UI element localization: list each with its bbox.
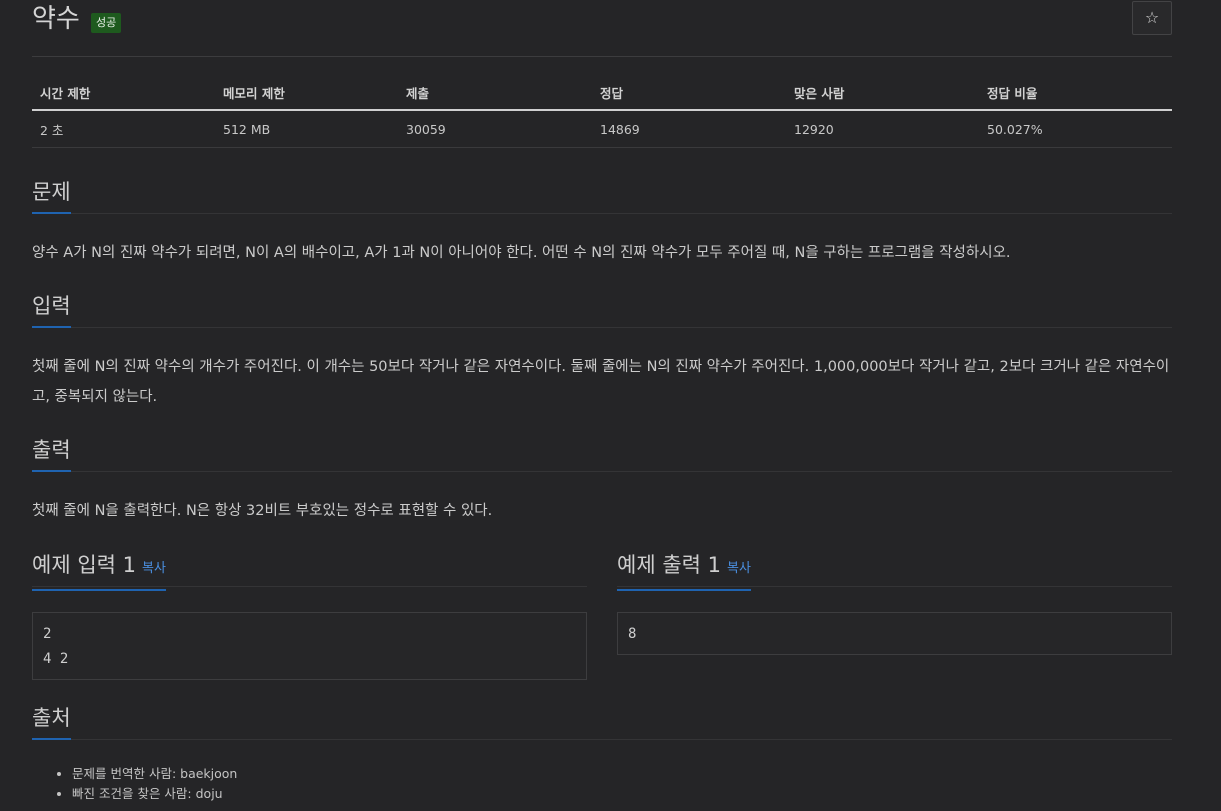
header-accept-ratio: 정답 비율 — [979, 76, 1172, 111]
header-time-limit: 시간 제한 — [32, 76, 215, 111]
problem-header: 약수 성공 ☆ — [32, 0, 1172, 57]
source-section-header: 출처 — [32, 703, 1172, 740]
source-section-title: 출처 — [32, 703, 71, 740]
header-solved-users: 맞은 사람 — [786, 76, 979, 111]
sample-input-title-text: 예제 입력 1 — [32, 553, 136, 577]
status-badge: 성공 — [91, 13, 122, 33]
list-item: 문제를 번역한 사람: baekjoon — [72, 764, 237, 784]
value-accepted: 14869 — [592, 110, 786, 148]
sample-input-box: 2 4 2 — [32, 612, 587, 680]
source-list: 문제를 번역한 사람: baekjoon 빠진 조건을 찾은 사람: doju — [52, 764, 237, 804]
copy-sample-input-link[interactable]: 복사 — [142, 561, 166, 576]
sample-output-title: 예제 출력 1 복사 — [617, 550, 751, 591]
problem-info-table: 시간 제한 메모리 제한 제출 정답 맞은 사람 정답 비율 2 초 512 M… — [32, 76, 1172, 148]
list-item: 빠진 조건을 찾은 사람: doju — [72, 784, 237, 804]
value-submissions: 30059 — [398, 110, 592, 148]
sample-input-header: 예제 입력 1 복사 — [32, 550, 587, 591]
value-time-limit: 2 초 — [32, 110, 215, 148]
sample-output-title-text: 예제 출력 1 — [617, 553, 721, 577]
output-description: 첫째 줄에 N을 출력한다. N은 항상 32비트 부호있는 정수로 표현할 수… — [32, 503, 493, 519]
info-value-row: 2 초 512 MB 30059 14869 12920 50.027% — [32, 110, 1172, 148]
star-icon: ☆ — [1144, 8, 1160, 27]
header-accepted: 정답 — [592, 76, 786, 111]
input-description: 첫째 줄에 N의 진짜 약수의 개수가 주어진다. 이 개수는 50보다 작거나… — [32, 359, 1170, 405]
sample-input-title: 예제 입력 1 복사 — [32, 550, 166, 591]
favorite-star-button[interactable]: ☆ — [1132, 1, 1172, 35]
value-memory-limit: 512 MB — [215, 110, 398, 148]
output-section-title: 출력 — [32, 435, 71, 472]
problem-section-header: 문제 — [32, 177, 1172, 214]
sample-output-box: 8 — [617, 612, 1172, 655]
header-submissions: 제출 — [398, 76, 592, 111]
value-solved-users: 12920 — [786, 110, 979, 148]
input-section-header: 입력 — [32, 291, 1172, 328]
problem-page: 약수 성공 ☆ 시간 제한 메모리 제한 제출 정답 맞은 사람 정답 비율 2… — [0, 0, 1221, 811]
info-header-row: 시간 제한 메모리 제한 제출 정답 맞은 사람 정답 비율 — [32, 76, 1172, 111]
output-section-header: 출력 — [32, 435, 1172, 472]
copy-sample-output-link[interactable]: 복사 — [727, 561, 751, 576]
sample-output-header: 예제 출력 1 복사 — [617, 550, 1172, 591]
problem-section-title: 문제 — [32, 177, 71, 214]
value-accept-ratio: 50.027% — [979, 110, 1172, 148]
problem-title: 약수 — [32, 4, 80, 34]
problem-description: 양수 A가 N의 진짜 약수가 되려면, N이 A의 배수이고, A가 1과 N… — [32, 245, 1011, 261]
header-memory-limit: 메모리 제한 — [215, 76, 398, 111]
input-section-title: 입력 — [32, 291, 71, 328]
